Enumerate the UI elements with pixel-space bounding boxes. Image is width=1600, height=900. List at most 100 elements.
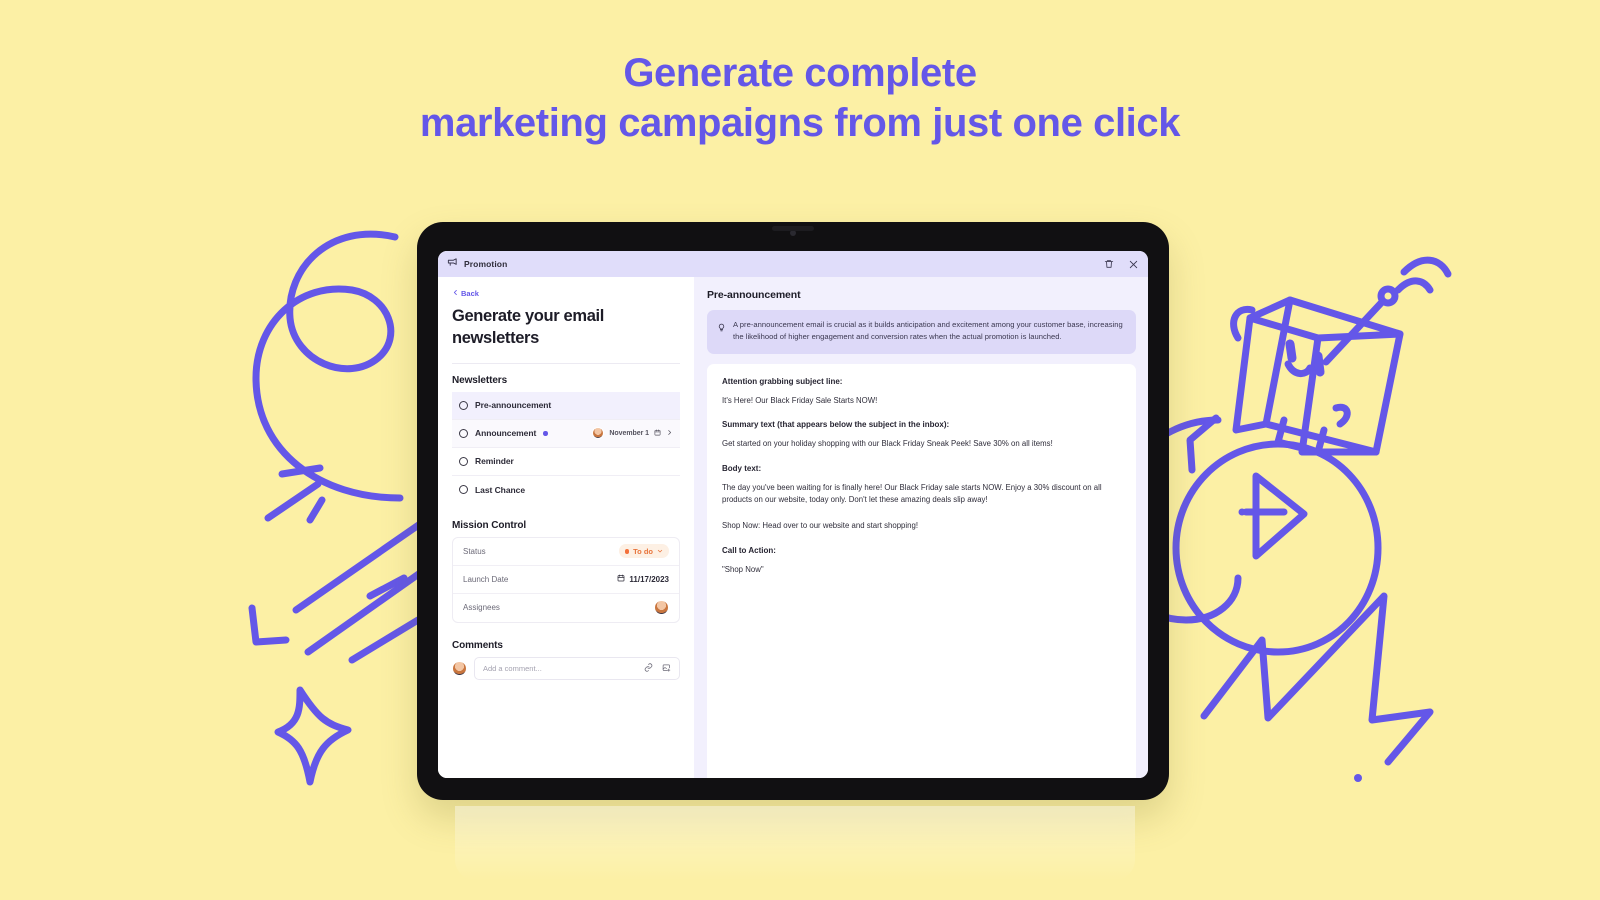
robot-eye-left xyxy=(1285,339,1297,363)
motion-line-2 xyxy=(304,562,434,656)
list-item[interactable]: Announcement November 1 xyxy=(452,419,680,448)
add-image-icon[interactable] xyxy=(662,659,671,677)
launch-date-label: Launch Date xyxy=(463,574,509,584)
tablet-reflection xyxy=(455,806,1135,880)
block-body: The day you've been waiting for is final… xyxy=(722,482,1102,505)
avatar[interactable] xyxy=(592,427,605,440)
robot-head-front-edge xyxy=(1298,334,1380,456)
chevron-left-icon xyxy=(452,289,459,298)
status-value: To do xyxy=(633,546,653,556)
app-header: Promotion xyxy=(438,251,1148,277)
radio-icon[interactable] xyxy=(459,400,468,410)
speed-tick-3 xyxy=(306,496,326,524)
tablet-camera xyxy=(790,230,796,236)
sparkle-doodle xyxy=(274,686,352,786)
robot-head xyxy=(1262,296,1404,456)
list-item-label: Last Chance xyxy=(475,484,525,495)
tip-text: A pre-announcement email is crucial as i… xyxy=(733,320,1123,342)
assignees-label: Assignees xyxy=(463,603,500,613)
status-dot-icon xyxy=(624,549,630,554)
status-row: Status To do xyxy=(453,538,679,566)
radio-icon[interactable] xyxy=(459,456,468,466)
robot-neck xyxy=(1274,416,1328,456)
mission-control-heading: Mission Control xyxy=(452,519,527,531)
list-item-date: November 1 xyxy=(609,429,649,437)
launch-date-value-group[interactable]: 11/17/2023 xyxy=(617,574,669,584)
list-item-label: Reminder xyxy=(475,456,514,467)
calendar-icon[interactable] xyxy=(654,428,661,438)
back-label: Back xyxy=(461,289,479,298)
block-heading: Body text: xyxy=(722,463,762,473)
calendar-icon xyxy=(617,574,625,584)
avatar[interactable] xyxy=(654,600,669,616)
radio-icon[interactable] xyxy=(459,428,468,438)
motion-line-1 xyxy=(292,520,424,614)
robot-emblem xyxy=(1252,472,1308,560)
list-item[interactable]: Reminder xyxy=(452,448,680,476)
status-badge[interactable]: To do xyxy=(618,544,669,559)
tablet-device: Promotion Back Generate your email newsl… xyxy=(417,222,1169,800)
robot-wave-2 xyxy=(1400,256,1452,278)
robot-ear xyxy=(1230,305,1256,342)
robot-eye-right xyxy=(1313,351,1325,377)
chevron-down-icon xyxy=(657,547,663,556)
comment-input-wrapper[interactable]: Add a comment... xyxy=(474,656,680,680)
back-button[interactable]: Back xyxy=(452,289,680,298)
robot-emblem-dot xyxy=(1238,508,1246,516)
status-dot-icon xyxy=(543,431,548,436)
robot-antenna-knob xyxy=(1377,285,1399,307)
block-body: Get started on your holiday shopping wit… xyxy=(722,439,1053,449)
link-icon[interactable] xyxy=(644,659,653,677)
robot-side-smile xyxy=(1332,403,1351,428)
headline-line-2: marketing campaigns from just one click xyxy=(419,101,1181,146)
comments-heading: Comments xyxy=(452,639,503,651)
page-title: Generate your email newsletters xyxy=(452,307,605,348)
app-body: Back Generate your email newsletters New… xyxy=(438,277,1148,778)
mission-control-card: Status To do Launch Date 11/17/2023 Assi… xyxy=(452,536,680,623)
newsletters-list: Pre-announcement Announcement November 1 xyxy=(452,391,680,504)
sidebar: Back Generate your email newsletters New… xyxy=(438,277,694,778)
headline-line-1: Generate complete xyxy=(623,51,977,95)
zigzag-dot xyxy=(1354,774,1362,782)
tip-callout: A pre-announcement email is crucial as i… xyxy=(707,310,1136,354)
block-heading: Attention grabbing subject line: xyxy=(722,376,843,386)
lightbulb-icon xyxy=(717,319,726,344)
comment-placeholder: Add a comment... xyxy=(483,663,542,673)
list-item-label: Announcement xyxy=(475,428,537,439)
robot-wave-1 xyxy=(1394,277,1434,294)
robot-hand xyxy=(1186,414,1220,474)
motion-arrow xyxy=(248,604,290,646)
robot-head-top-edge xyxy=(1246,314,1404,342)
list-item[interactable]: Pre-announcement xyxy=(452,391,680,420)
motion-line-3 xyxy=(366,574,408,600)
block-body: "Shop Now" xyxy=(722,564,764,574)
list-item[interactable]: Last Chance xyxy=(452,476,680,504)
tablet-screen: Promotion Back Generate your email newsl… xyxy=(438,251,1148,778)
trash-icon[interactable] xyxy=(1104,259,1114,269)
avatar xyxy=(452,660,467,676)
robot-body xyxy=(1172,440,1382,656)
list-item-label: Pre-announcement xyxy=(475,400,552,411)
email-document[interactable]: Attention grabbing subject line: It's He… xyxy=(707,363,1136,778)
megaphone-icon xyxy=(447,255,458,273)
app-title: Promotion xyxy=(464,259,508,269)
radio-icon[interactable] xyxy=(459,485,468,495)
motion-line-4 xyxy=(348,616,422,664)
robot-head-side xyxy=(1232,296,1294,434)
block-heading: Call to Action: xyxy=(722,545,776,555)
block-body: Shop Now: Head over to our website and s… xyxy=(722,521,919,531)
launch-date-value: 11/17/2023 xyxy=(629,574,669,584)
robot-smile xyxy=(1284,360,1314,377)
status-label: Status xyxy=(463,546,486,556)
speed-tick-1 xyxy=(278,464,324,478)
speed-tick-2 xyxy=(264,480,322,522)
block-heading: Summary text (that appears below the sub… xyxy=(722,420,950,430)
assignees-row: Assignees xyxy=(453,594,679,622)
sidebar-divider xyxy=(452,362,680,364)
chevron-right-icon[interactable] xyxy=(666,428,673,438)
close-icon[interactable] xyxy=(1128,259,1139,270)
newsletters-heading: Newsletters xyxy=(452,374,508,386)
page-headline: Generate complete marketing campaigns fr… xyxy=(0,48,1600,149)
comment-composer: Add a comment... xyxy=(452,656,680,680)
launch-date-row: Launch Date 11/17/2023 xyxy=(453,566,679,594)
